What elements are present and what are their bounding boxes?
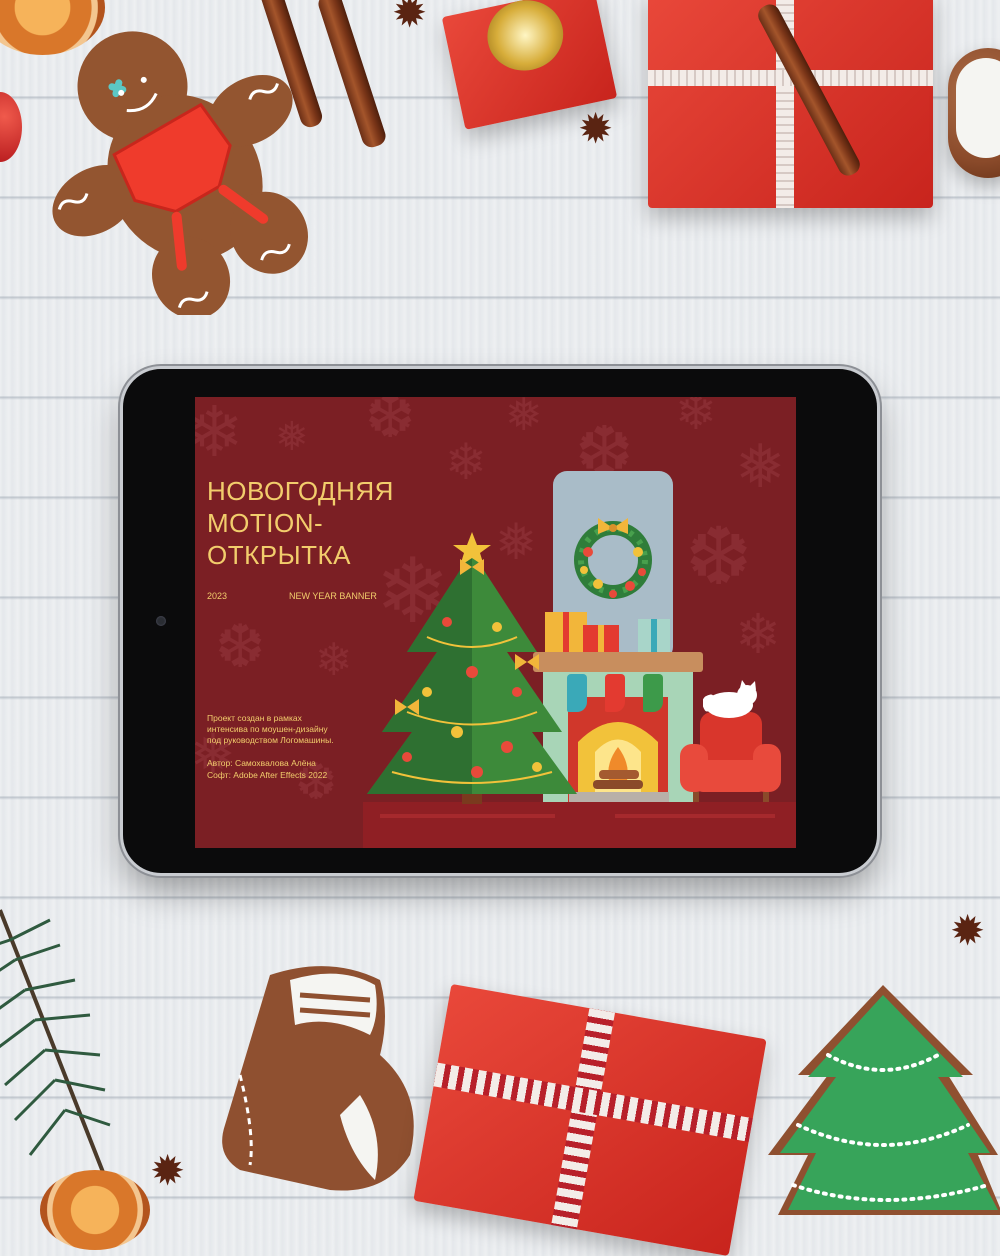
gift-box-icon [583, 625, 619, 652]
author-line: Автор: Самохвалова Алёна [207, 758, 316, 768]
gift-box-icon [638, 619, 670, 652]
wreath-icon [568, 512, 658, 602]
red-ball-ornament-icon [0, 92, 22, 162]
floor [363, 802, 796, 848]
tree-cookie-icon [758, 985, 1000, 1215]
snowflake-icon: ❆ [215, 612, 266, 682]
project-description: Проект создан в рамках интенсива по моуш… [207, 713, 334, 745]
floor-line [615, 814, 775, 818]
cinnamon-stick-icon [754, 0, 864, 180]
star-anise-icon: ✹ [392, 0, 428, 37]
snowflake-icon: ❅ [275, 414, 309, 460]
cookie-icon [948, 48, 1000, 178]
christmas-tree-icon [367, 532, 577, 807]
stocking-icon [605, 674, 625, 712]
snowflake-icon: ❄ [735, 602, 782, 666]
snowflake-icon: ❅ [735, 432, 786, 502]
snowflake-icon: ❄ [445, 433, 487, 491]
snowflake-icon: ❄ [195, 397, 244, 473]
star-anise-icon: ✹ [578, 104, 614, 153]
mitten-cookie-icon [210, 955, 440, 1200]
banner-screen: ❄ ❅ ❆ ❄ ❅ ❆ ❄ ❅ ❆ ❄ ❄ ❅ ❆ ❄ ❅ ❆ ❄ [195, 397, 796, 848]
tablet-device: ❄ ❅ ❆ ❄ ❅ ❆ ❄ ❅ ❆ ❄ ❄ ❅ ❆ ❄ ❅ ❆ ❄ [123, 369, 877, 873]
star-anise-icon: ✹ [950, 906, 986, 955]
year-label: 2023 [207, 591, 228, 601]
ribbon [551, 1008, 616, 1230]
ribbon [598, 625, 604, 652]
ribbon [651, 619, 657, 652]
stocking-icon [643, 674, 663, 712]
gift-box-icon [648, 0, 933, 208]
gingerbread-man-icon [30, 5, 320, 319]
cat-icon [702, 679, 761, 719]
credits: Автор: Самохвалова Алёна Софт: Adobe Aft… [207, 757, 397, 781]
gift-box-icon [413, 983, 767, 1256]
snowflake-icon: ❅ [505, 397, 543, 441]
icing [956, 58, 1000, 158]
star-anise-icon: ✹ [150, 1146, 186, 1195]
snowflake-icon: ❆ [365, 397, 416, 452]
orange-slice-icon [40, 1170, 150, 1250]
camera-icon [156, 616, 166, 626]
snowflake-icon: ❄ [675, 397, 717, 441]
software-line: Софт: Adobe After Effects 2022 [207, 770, 328, 780]
banner-title: НОВОГОДНЯЯ MOTION- ОТКРЫТКА [207, 476, 394, 570]
gold-bow-icon [480, 0, 570, 78]
cinnamon-stick-icon [315, 0, 389, 150]
subtitle-label: NEW YEAR BANNER [289, 591, 377, 601]
floor-line [380, 814, 555, 818]
snowflake-icon: ❄ [315, 633, 353, 686]
snowflake-icon: ❆ [685, 510, 753, 603]
